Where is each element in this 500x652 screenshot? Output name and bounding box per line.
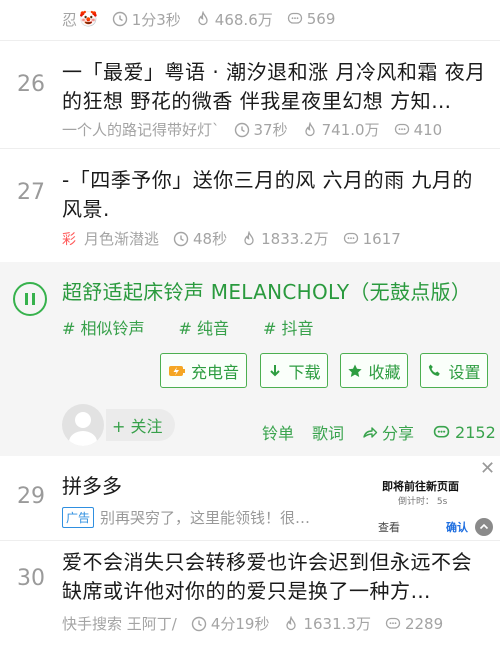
clock-icon bbox=[173, 231, 189, 246]
now-playing-links: 铃单 歌词 分享 2152 bbox=[262, 420, 500, 444]
redirect-popup-title: 即将前往新页面 bbox=[382, 480, 459, 493]
top-item-meta: 忍 🤡 1分3秒 468.6万 569 bbox=[62, 8, 349, 30]
song-rank: 26 bbox=[17, 72, 45, 97]
play-count: 1833.2万 bbox=[241, 228, 329, 249]
song-meta: 一个人的路记得带好灯` 37秒 741.0万 410 bbox=[62, 119, 456, 140]
lyrics-link[interactable]: 歌词 bbox=[312, 420, 344, 444]
flame-icon bbox=[286, 615, 297, 630]
pause-icon bbox=[25, 293, 28, 305]
list-item[interactable]: 30 爱不会消失只会转移爱也许会迟到但永远不会缺席或许他对你的的爱只是换了一种方… bbox=[0, 540, 500, 652]
play-count: 1631.3万 bbox=[283, 613, 371, 634]
ad-badge: 广告 bbox=[62, 507, 95, 528]
list-item[interactable]: 27 -「四季予你」送你三月的风 六月的雨 九月的风景. 彩 月色渐潜逃 48秒… bbox=[0, 148, 500, 262]
comment-icon bbox=[433, 425, 450, 438]
follow-button[interactable]: + 关注 bbox=[106, 409, 175, 441]
battery-charge-icon bbox=[168, 365, 185, 376]
close-icon[interactable]: ✕ bbox=[480, 458, 495, 479]
download-icon bbox=[270, 364, 281, 376]
favorite-button[interactable]: 收藏 bbox=[340, 353, 408, 388]
confirm-button[interactable]: 确认 bbox=[446, 519, 468, 535]
charge-sound-button[interactable]: 充电音 bbox=[160, 353, 247, 388]
comment-icon bbox=[343, 232, 358, 244]
playlist-link[interactable]: 铃单 bbox=[262, 420, 294, 444]
comment-count: 1617 bbox=[343, 230, 401, 248]
comment-icon bbox=[287, 12, 302, 24]
song-author[interactable]: 一个人的路记得带好灯` bbox=[62, 119, 220, 140]
view-button[interactable]: 查看 bbox=[378, 519, 400, 535]
phone-icon bbox=[429, 364, 441, 376]
clock-icon bbox=[112, 11, 127, 27]
now-playing-tags: # 相似铃声 # 纯音 # 抖音 bbox=[62, 315, 348, 339]
flame-icon bbox=[244, 230, 254, 245]
set-ringtone-button[interactable]: 设置 bbox=[420, 353, 488, 388]
arrow-up-icon[interactable] bbox=[475, 518, 493, 536]
song-title[interactable]: 一「最爱」粤语 · 潮汐退和涨 月冷风和霜 夜月的狂想 野花的微香 伴我星夜里幻… bbox=[62, 58, 486, 116]
share-arrow-icon bbox=[363, 427, 378, 438]
uploader: + 关注 bbox=[62, 404, 175, 446]
play-count: 741.0万 bbox=[302, 119, 380, 140]
song-rank: 30 bbox=[17, 566, 45, 591]
song-rank: 27 bbox=[17, 180, 45, 205]
comment-count: 410 bbox=[394, 121, 442, 139]
top-item-author: 忍 🤡 bbox=[62, 10, 98, 29]
download-button[interactable]: 下载 bbox=[260, 353, 328, 388]
comment-icon bbox=[385, 617, 401, 629]
ad-rank: 29 bbox=[17, 484, 45, 509]
song-title[interactable]: 爱不会消失只会转移爱也许会迟到但永远不会缺席或许他对你的的爱只是换了一种方… bbox=[62, 548, 486, 606]
song-meta: 快手搜索 王阿丁/ 4分19秒 1631.3万 2289 bbox=[62, 613, 457, 634]
duration: 48秒 bbox=[173, 228, 227, 249]
comment-button[interactable]: 2152 bbox=[432, 423, 496, 442]
comment-icon bbox=[394, 123, 409, 135]
ad-description[interactable]: 广告 别再哭穷了，这里能领钱！很… bbox=[62, 507, 310, 528]
list-item[interactable]: 26 一「最爱」粤语 · 潮汐退和涨 月冷风和霜 夜月的狂想 野花的微香 伴我星… bbox=[0, 40, 500, 148]
pause-button[interactable] bbox=[13, 282, 47, 316]
color-badge-icon: 彩 bbox=[62, 231, 76, 248]
comment-count: 2289 bbox=[385, 615, 443, 633]
flame-icon bbox=[304, 121, 315, 136]
clock-icon bbox=[191, 616, 207, 631]
duration: 4分19秒 bbox=[191, 613, 269, 634]
duration: 37秒 bbox=[234, 119, 288, 140]
tag-douyin[interactable]: # 抖音 bbox=[263, 315, 314, 339]
song-title[interactable]: -「四季予你」送你三月的风 六月的雨 九月的风景. bbox=[62, 166, 486, 224]
tag-pure-music[interactable]: # 纯音 bbox=[179, 315, 230, 339]
song-meta: 彩 月色渐潜逃 48秒 1833.2万 1617 bbox=[62, 228, 415, 249]
clock-icon bbox=[234, 122, 249, 137]
ad-title[interactable]: 拼多多 bbox=[62, 470, 122, 499]
song-author[interactable]: 月色渐潜逃 bbox=[84, 228, 159, 249]
now-playing-title[interactable]: 超舒适起床铃声 MELANCHOLY（无鼓点版） bbox=[62, 276, 471, 305]
comment-count: 569 bbox=[287, 10, 335, 28]
star-icon bbox=[348, 364, 363, 377]
clown-emoji-icon: 🤡 bbox=[79, 10, 98, 28]
tag-similar[interactable]: # 相似铃声 bbox=[62, 315, 145, 339]
flame-icon bbox=[198, 11, 208, 26]
song-author[interactable]: 快手搜索 王阿丁/ bbox=[62, 613, 177, 634]
play-count: 468.6万 bbox=[195, 9, 273, 30]
duration: 1分3秒 bbox=[112, 9, 181, 30]
redirect-countdown: 倒计时： 5s bbox=[398, 497, 448, 507]
avatar[interactable] bbox=[62, 404, 104, 446]
share-button[interactable]: 分享 bbox=[362, 420, 414, 444]
